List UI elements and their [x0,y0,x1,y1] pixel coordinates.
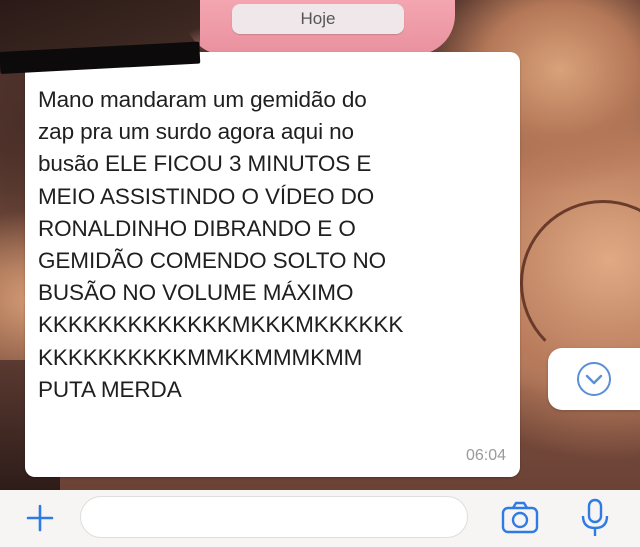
chevron-down-icon [577,362,611,396]
scroll-to-bottom-button[interactable] [548,348,640,410]
message-bubble[interactable]: Mano mandaram um gemidão do zap pra um s… [25,52,520,477]
message-composer [0,490,640,547]
message-input[interactable] [80,496,468,538]
wallpaper-detail [520,200,640,366]
message-timestamp: 06:04 [465,447,506,464]
plus-icon[interactable] [22,500,58,536]
camera-icon[interactable] [500,500,540,536]
date-divider: Hoje [232,4,404,34]
message-text: Mano mandaram um gemidão do zap pra um s… [38,87,404,402]
microphone-icon[interactable] [578,498,612,538]
